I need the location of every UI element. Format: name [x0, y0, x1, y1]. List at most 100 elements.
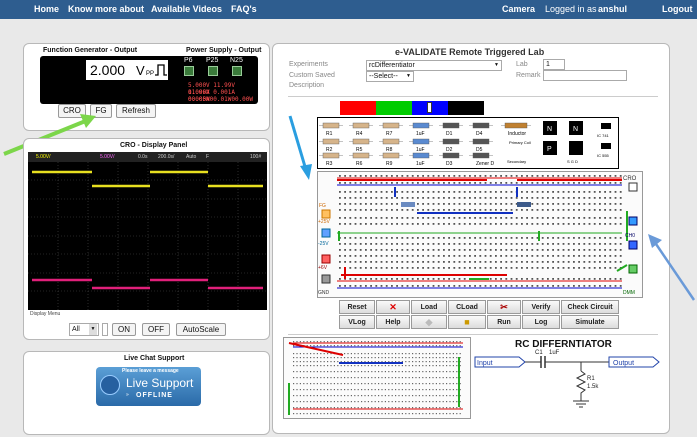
breadboard-hole: [417, 278, 419, 280]
cro-channel-toggle[interactable]: [102, 323, 108, 336]
mini-breadboard-hole: [306, 395, 308, 397]
breadboard-hole: [609, 223, 612, 225]
lab-number-input[interactable]: 1: [543, 59, 565, 70]
mini-breadboard-hole: [456, 377, 458, 379]
mini-breadboard-hole: [388, 341, 390, 343]
nav-know-more[interactable]: Know more about: [68, 4, 144, 14]
swatch-selected-marker: [427, 102, 432, 113]
reset-button[interactable]: Reset: [339, 300, 375, 314]
mini-breadboard-hole: [378, 341, 380, 343]
breadboard-hole: [500, 217, 502, 219]
nav-videos[interactable]: Available Videos: [151, 4, 222, 14]
mini-breadboard-hole: [306, 389, 308, 391]
cro-off-button[interactable]: OFF: [142, 323, 170, 336]
breadboard-hole: [380, 197, 383, 199]
breadboard-hole: [619, 175, 622, 177]
mini-breadboard-hole: [296, 357, 298, 359]
mini-breadboard-hole: [422, 413, 424, 415]
breadboard-hole: [339, 243, 341, 245]
mini-breadboard-hole: [330, 357, 332, 359]
wire-color-swatch[interactable]: [412, 101, 448, 115]
mini-breadboard-hole: [442, 341, 444, 343]
mini-breadboard-hole: [422, 377, 424, 379]
remark-input[interactable]: [543, 70, 627, 81]
breadboard-hole: [619, 223, 622, 225]
mini-breadboard-hole: [323, 345, 325, 347]
breadboard-hole: [401, 191, 404, 193]
experiments-select[interactable]: rcDifferentiator ▼: [366, 60, 502, 71]
breadboard-hole: [469, 209, 471, 211]
components-tray[interactable]: R1 R4 R7 1uF D1 D4 InductorR2 R5 R8 1uF D2 D5R3 R6 R9…: [317, 117, 619, 169]
blue-annotation-arrow-right: [648, 234, 696, 301]
breadboard-hole: [339, 209, 341, 211]
save-button[interactable]: ■: [448, 315, 486, 329]
mini-breadboard-hole: [408, 357, 410, 359]
breadboard-hole: [567, 223, 570, 225]
breadboard[interactable]: FG +25V -25V +6V GND CRO CH0 DMM: [317, 171, 643, 298]
custom-saved-select[interactable]: --Select-- ▼: [366, 71, 414, 82]
cut-button[interactable]: ✂: [487, 300, 521, 314]
live-support-button[interactable]: Please leave a message Live Support » OF…: [96, 367, 201, 406]
cro-on-button[interactable]: ON: [112, 323, 136, 336]
nav-home[interactable]: Home: [34, 4, 59, 14]
live-support-brand: Live Support: [126, 376, 194, 390]
breadboard-hole: [479, 223, 482, 225]
mini-breadboard-hole: [313, 401, 315, 403]
breadboard-hole: [562, 182, 565, 184]
breadboard-hole: [557, 243, 560, 245]
nav-camera[interactable]: Camera: [502, 4, 535, 14]
fg-title: Function Generator - Output: [43, 47, 138, 54]
mini-breadboard-hole: [381, 345, 383, 347]
cro-screen[interactable]: [28, 162, 267, 310]
check-circuit-button[interactable]: Check Circuit: [561, 300, 619, 314]
run-button[interactable]: Run: [487, 315, 521, 329]
nav-faqs[interactable]: FAQ's: [231, 4, 257, 14]
wire-color-swatch[interactable]: [448, 101, 484, 115]
cro-channel-select[interactable]: All ▼: [69, 323, 99, 336]
breadboard-hole: [448, 203, 450, 205]
channel-n25-button[interactable]: [232, 66, 242, 76]
breadboard-hole: [453, 175, 456, 177]
wire-color-swatch[interactable]: [376, 101, 412, 115]
breadboard-hole: [359, 255, 362, 257]
breadboard-hole: [474, 217, 476, 219]
mini-breadboard-hole: [425, 371, 427, 373]
mini-breadboard-hole: [350, 371, 352, 373]
mini-breadboard-hole: [398, 371, 400, 373]
breadboard-hole: [437, 197, 440, 199]
mini-breadboard-hole: [357, 357, 359, 359]
breadboard-hole: [443, 267, 445, 269]
channel-p25-button[interactable]: [208, 66, 218, 76]
mini-breadboard-hole: [330, 361, 332, 363]
mini-breadboard-hole: [310, 353, 312, 355]
mini-breadboard-hole: [439, 383, 441, 385]
leave-message-text: Please leave a message: [122, 368, 179, 374]
simulate-button[interactable]: Simulate: [561, 315, 619, 329]
vlog-button[interactable]: VLog: [339, 315, 375, 329]
load-button[interactable]: Load: [411, 300, 447, 314]
cload-button[interactable]: CLoad: [448, 300, 486, 314]
breadboard-hole: [453, 267, 456, 269]
help-button[interactable]: Help: [376, 315, 410, 329]
undo-button[interactable]: ◆: [411, 315, 447, 329]
mini-breadboard-hole: [323, 371, 325, 373]
verify-button[interactable]: Verify: [522, 300, 560, 314]
description-label: Description: [289, 82, 325, 89]
mini-breadboard-hole: [374, 353, 376, 355]
refresh-button[interactable]: Refresh: [116, 104, 156, 118]
fg-value: 2.000: [90, 62, 126, 78]
autoscale-button[interactable]: AutoScale: [176, 323, 226, 336]
nav-logout[interactable]: Logout: [662, 4, 693, 14]
mini-breadboard-hole: [381, 383, 383, 385]
breadboard-hole: [469, 255, 471, 257]
breadboard-hole: [604, 261, 606, 263]
display-menu-label[interactable]: Display Menu: [30, 311, 60, 317]
channel-p6-button[interactable]: [184, 66, 194, 76]
log-button[interactable]: Log: [522, 315, 560, 329]
delete-button[interactable]: ✕: [376, 300, 410, 314]
mini-breadboard-hole: [432, 395, 434, 397]
breadboard-hole: [354, 203, 357, 205]
mini-breadboard-hole: [350, 377, 352, 379]
breadboard-hole: [489, 191, 492, 193]
wire-color-swatch[interactable]: [340, 101, 376, 115]
